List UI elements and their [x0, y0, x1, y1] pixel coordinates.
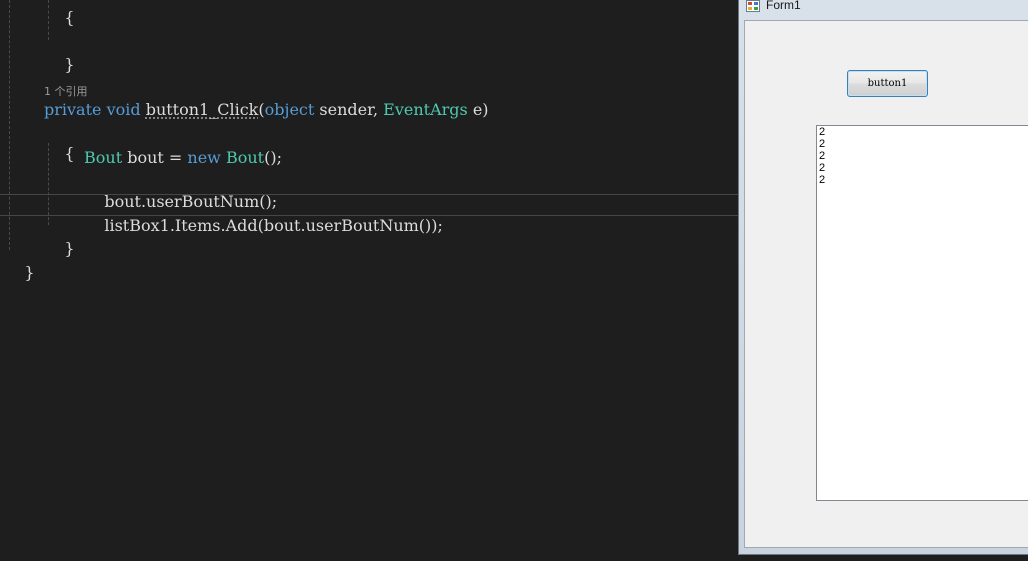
brace: }: [24, 263, 35, 282]
listbox-item[interactable]: 2: [817, 162, 1028, 174]
brace: {: [64, 8, 75, 27]
code-editor[interactable]: { } 1 个引用 private void button1_Click(obj…: [0, 0, 738, 561]
code-text: listBox1.Items.Add(bout.userBoutNum());: [104, 216, 443, 235]
form1-window[interactable]: Form1 button1 22222: [738, 0, 1028, 561]
type-bout: Bout: [225, 148, 265, 167]
brace: }: [64, 55, 75, 74]
listbox-items: 22222: [817, 126, 1028, 186]
method-signature[interactable]: private void button1_Click(object sender…: [44, 100, 489, 120]
brace: {: [64, 144, 75, 163]
codelens-references[interactable]: 1 个引用: [44, 83, 88, 99]
type-bout: Bout: [84, 148, 123, 167]
form-icon: [746, 0, 760, 12]
keyword-void: void: [106, 100, 141, 119]
code-line[interactable]: }: [44, 219, 75, 279]
code-line[interactable]: }: [4, 243, 35, 303]
brace: }: [64, 239, 75, 258]
param-sender: sender,: [314, 100, 384, 119]
code-line[interactable]: {: [44, 124, 75, 184]
listbox-item[interactable]: 2: [817, 150, 1028, 162]
method-name[interactable]: button1_Click: [146, 100, 259, 119]
type-eventargs: EventArgs: [383, 100, 468, 119]
keyword-private: private: [44, 100, 102, 119]
keyword-object: object: [264, 100, 315, 119]
code-line[interactable]: Bout bout = new Bout();: [84, 148, 282, 168]
code-text: ();: [264, 148, 282, 167]
button1[interactable]: button1: [847, 70, 928, 97]
title-bar[interactable]: Form1: [739, 0, 1028, 18]
code-line-current[interactable]: listBox1.Items.Add(bout.userBoutNum());: [84, 196, 443, 256]
listbox-item[interactable]: 2: [817, 138, 1028, 150]
listbox1[interactable]: 22222: [816, 125, 1028, 501]
code-text: bout =: [122, 148, 188, 167]
listbox-item[interactable]: 2: [817, 174, 1028, 186]
keyword-new: new: [187, 148, 221, 167]
param-e: e): [467, 100, 489, 119]
window-title: Form1: [766, 0, 801, 12]
window-frame: Form1 button1 22222: [738, 0, 1028, 555]
listbox-item[interactable]: 2: [817, 126, 1028, 138]
form-client-area: button1 22222: [744, 20, 1028, 548]
